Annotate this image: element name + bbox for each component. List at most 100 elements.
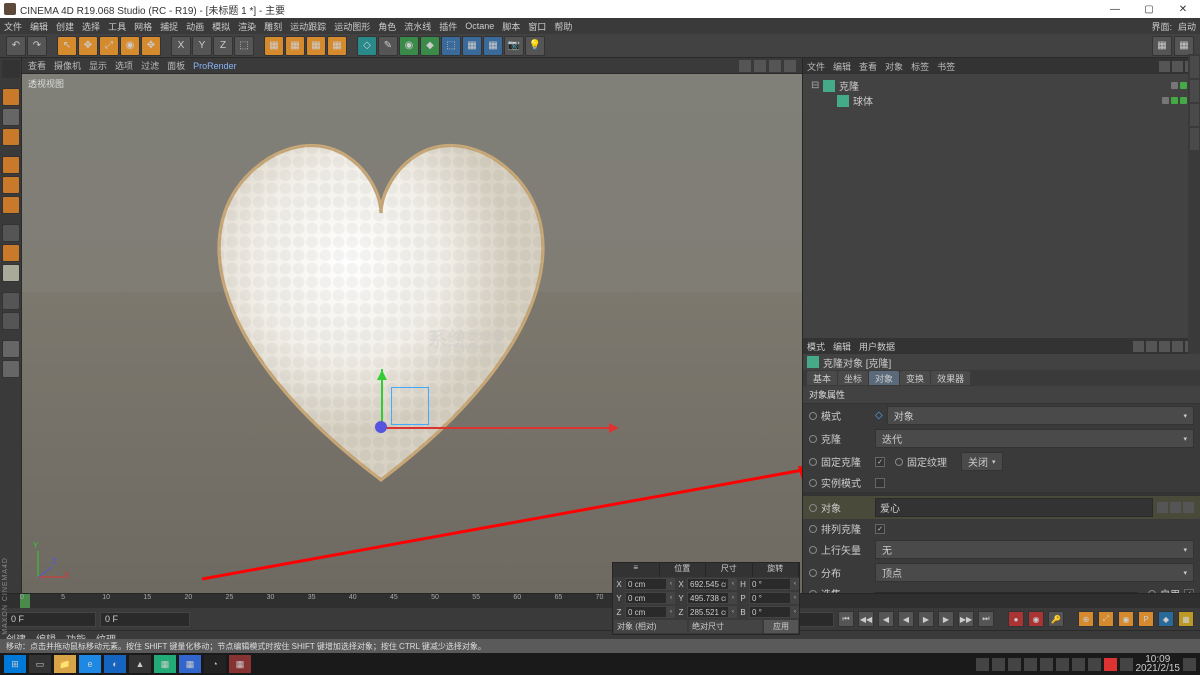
heart-object[interactable] (151, 102, 611, 502)
object-tree[interactable]: ⊟克隆球体 (803, 74, 1200, 338)
render-pv-button[interactable]: ▦ (285, 36, 305, 56)
vp-tab-面板[interactable]: 面板 (167, 59, 185, 72)
subtab-基本[interactable]: 基本 (807, 371, 837, 385)
workplane-button[interactable] (2, 264, 20, 282)
menu-编辑[interactable]: 编辑 (30, 20, 48, 33)
menu-窗口[interactable]: 窗口 (528, 20, 546, 33)
om-tab-查看[interactable]: 查看 (859, 60, 877, 73)
edge-taskbar[interactable]: e (79, 655, 101, 673)
rotate-tool[interactable]: ◉ (120, 36, 140, 56)
menu-帮助[interactable]: 帮助 (554, 20, 572, 33)
menu-动画[interactable]: 动画 (186, 20, 204, 33)
rot-P[interactable] (749, 592, 791, 604)
point-mode[interactable] (2, 156, 20, 174)
size-Z[interactable] (687, 606, 729, 618)
menu-文件[interactable]: 文件 (4, 20, 22, 33)
menu-流水线[interactable]: 流水线 (404, 20, 431, 33)
snapping-toggle[interactable] (2, 244, 20, 262)
size-Y[interactable] (687, 592, 729, 604)
polygon-mode[interactable] (2, 196, 20, 214)
clone-dropdown[interactable]: 迭代 (875, 429, 1194, 448)
goto-start-button[interactable]: ⏮ (838, 611, 854, 627)
minimize-button[interactable]: — (1098, 0, 1132, 18)
axis-mode[interactable] (2, 224, 20, 242)
vp-tab-显示[interactable]: 显示 (89, 59, 107, 72)
prev-key-button[interactable]: ◀◀ (858, 611, 874, 627)
app3-taskbar[interactable]: ▦ (154, 655, 176, 673)
om-search-icon[interactable] (1159, 61, 1170, 72)
vp-zoom-icon[interactable] (739, 60, 751, 72)
distribution-dropdown[interactable]: 顶点 (875, 563, 1194, 582)
c4d-taskbar[interactable]: ◔ (204, 655, 226, 673)
start-button[interactable]: ⊞ (4, 655, 26, 673)
apply-button[interactable]: 应用 (764, 620, 798, 633)
menu-Octane[interactable]: Octane (465, 21, 494, 31)
pos-X[interactable] (625, 578, 667, 590)
menu-脚本[interactable]: 脚本 (502, 20, 520, 33)
app2-taskbar[interactable]: ▲ (129, 655, 151, 673)
play-fwd-button[interactable]: ▶ (918, 611, 934, 627)
undo-button[interactable]: ↶ (6, 36, 26, 56)
link-pick-icon[interactable] (1170, 502, 1181, 513)
size-X[interactable] (687, 578, 729, 590)
pla-key-toggle[interactable]: ◆ (1158, 611, 1174, 627)
model-mode[interactable] (2, 88, 20, 106)
om-tab-文件[interactable]: 文件 (807, 60, 825, 73)
attr-tab-编辑[interactable]: 编辑 (833, 340, 851, 353)
autokey-button[interactable]: ◉ (1028, 611, 1044, 627)
om-tab-标签[interactable]: 标签 (911, 60, 929, 73)
menu-插件[interactable]: 插件 (439, 20, 457, 33)
attr-tab-用户数据[interactable]: 用户数据 (859, 340, 895, 353)
next-key-button[interactable]: ▶▶ (958, 611, 974, 627)
record-button[interactable]: ● (1008, 611, 1024, 627)
vp-tab-摄像机[interactable]: 摄像机 (54, 59, 81, 72)
menu-网格[interactable]: 网格 (134, 20, 152, 33)
link-person-icon[interactable] (1157, 502, 1168, 513)
edge-tab[interactable] (1190, 56, 1199, 78)
object-link-field[interactable]: 爱心 (875, 498, 1153, 517)
y-axis-toggle[interactable]: Y (192, 36, 212, 56)
keyframe-icon[interactable]: ▦ (1178, 611, 1194, 627)
planar-workplane[interactable] (2, 312, 20, 330)
om-tab-书签[interactable]: 书签 (937, 60, 955, 73)
extrude-button[interactable]: ◆ (420, 36, 440, 56)
task-view-button[interactable]: ▭ (29, 655, 51, 673)
workplane-mode[interactable] (2, 128, 20, 146)
rot-key-toggle[interactable]: ◉ (1118, 611, 1134, 627)
menu-运动跟踪[interactable]: 运动跟踪 (290, 20, 326, 33)
make-editable-button[interactable] (2, 60, 20, 78)
cube-primitive[interactable]: ◇ (357, 36, 377, 56)
om-tab-编辑[interactable]: 编辑 (833, 60, 851, 73)
tree-item-克隆[interactable]: ⊟克隆 (807, 78, 1196, 93)
param-key-toggle[interactable]: P (1138, 611, 1154, 627)
vp-rotate-icon[interactable] (769, 60, 781, 72)
subdiv-button[interactable]: ◉ (399, 36, 419, 56)
layout-icon[interactable]: ▦ (1174, 36, 1194, 56)
app4-taskbar[interactable]: ▦ (179, 655, 201, 673)
fixtex-dropdown[interactable]: 关闭 (961, 452, 1003, 471)
mode-dropdown[interactable]: 对象 (887, 406, 1194, 425)
pos-Z[interactable] (625, 606, 667, 618)
vp-tab-过滤[interactable]: 过滤 (141, 59, 159, 72)
instance-checkbox[interactable] (875, 478, 885, 488)
vp-tab-查看[interactable]: 查看 (28, 59, 46, 72)
move-gizmo[interactable] (381, 427, 382, 428)
edge-mode[interactable] (2, 176, 20, 194)
menu-捕捉[interactable]: 捕捉 (160, 20, 178, 33)
rot-B[interactable] (749, 606, 791, 618)
notifications-icon[interactable] (1183, 658, 1196, 671)
scale-key-toggle[interactable]: ⤢ (1098, 611, 1114, 627)
close-button[interactable]: ✕ (1166, 0, 1200, 18)
pos-Y[interactable] (625, 592, 667, 604)
viewport-solo-single[interactable] (2, 360, 20, 378)
size-mode-dropdown[interactable]: 绝对尺寸 (689, 620, 762, 633)
explorer-taskbar[interactable]: 📁 (54, 655, 76, 673)
menu-工具[interactable]: 工具 (108, 20, 126, 33)
key-selection-button[interactable]: 🔑 (1048, 611, 1064, 627)
render-active-button[interactable]: ▦ (327, 36, 347, 56)
menu-渲染[interactable]: 渲染 (238, 20, 256, 33)
selection-field[interactable] (875, 592, 1138, 594)
vp-toggle-icon[interactable] (784, 60, 796, 72)
goto-end-button[interactable]: ⏭ (978, 611, 994, 627)
content-browser-icon[interactable]: ▦ (1152, 36, 1172, 56)
